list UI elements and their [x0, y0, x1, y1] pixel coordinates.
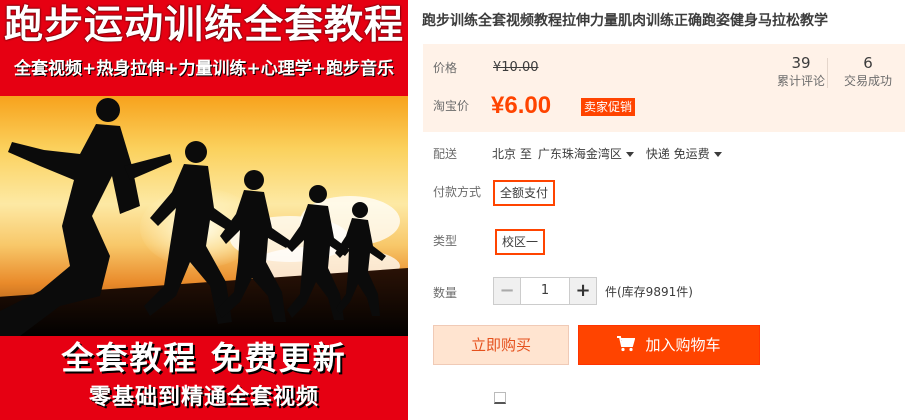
- add-to-cart-button[interactable]: 加入购物车: [578, 325, 760, 365]
- type-option-campus-1[interactable]: 校区一: [495, 229, 546, 255]
- quantity-input[interactable]: 1: [521, 278, 569, 304]
- price-panel: 价格 ¥10.00 淘宝价 ¥6.00 卖家促销 39 累计评论 6 交易成功: [423, 44, 905, 132]
- type-label: 类型: [433, 234, 458, 248]
- stat-reviews[interactable]: 39 累计评论: [775, 54, 827, 90]
- stat-divider: [827, 58, 828, 88]
- buy-now-button[interactable]: 立即购买: [433, 325, 569, 365]
- shipping-from: 北京 至: [492, 147, 532, 161]
- transactions-caption: 交易成功: [843, 74, 892, 88]
- chevron-down-icon[interactable]: [713, 152, 722, 157]
- payment-label: 付款方式: [433, 185, 482, 199]
- quantity-increase-button[interactable]: +: [569, 278, 596, 304]
- chevron-down-icon[interactable]: [625, 152, 634, 157]
- transactions-count: 6: [863, 54, 873, 72]
- add-to-cart-label: 加入购物车: [645, 336, 721, 354]
- runner-silhouettes: [0, 98, 386, 336]
- stock-info: 件(库存9891件): [605, 285, 693, 299]
- reviews-caption: 累计评论: [776, 74, 825, 88]
- price-label: 价格: [433, 61, 458, 75]
- payment-option-full[interactable]: 全额支付: [493, 180, 556, 206]
- current-price: ¥6.00: [491, 92, 552, 119]
- hero-bottom-subtitle: 零基础到精通全套视频: [88, 385, 319, 410]
- hero-subtitle: 全套视频+热身拉伸+力量训练+心理学+跑步音乐: [14, 59, 394, 79]
- quantity-stepper: − 1 +: [493, 277, 597, 305]
- shipping-label: 配送: [433, 147, 458, 161]
- shipping-row: 北京 至广东珠海金湾区 快递 免运费: [492, 146, 734, 162]
- shipping-method[interactable]: 快递 免运费: [646, 147, 710, 161]
- taobao-price-label: 淘宝价: [433, 99, 470, 113]
- promo-badge[interactable]: 卖家促销: [581, 98, 636, 116]
- quantity-label: 数量: [433, 286, 458, 300]
- stat-transactions[interactable]: 6 交易成功: [841, 54, 895, 90]
- partial-icon: [494, 392, 506, 404]
- product-main-image[interactable]: 跑步运动训练全套教程 全套视频+热身拉伸+力量训练+心理学+跑步音乐 全套教程 …: [0, 0, 408, 420]
- product-title: 跑步训练全套视频教程拉伸力量肌肉训练正确跑姿健身马拉松教学: [422, 12, 828, 28]
- cart-icon: [617, 336, 636, 352]
- reviews-count: 39: [791, 54, 811, 72]
- original-price: ¥10.00: [493, 60, 539, 75]
- hero-bottom-title: 全套教程 免费更新: [61, 339, 347, 377]
- quantity-decrease-button[interactable]: −: [494, 278, 521, 304]
- hero-title: 跑步运动训练全套教程: [3, 3, 404, 48]
- shipping-destination[interactable]: 广东珠海金湾区: [538, 147, 622, 161]
